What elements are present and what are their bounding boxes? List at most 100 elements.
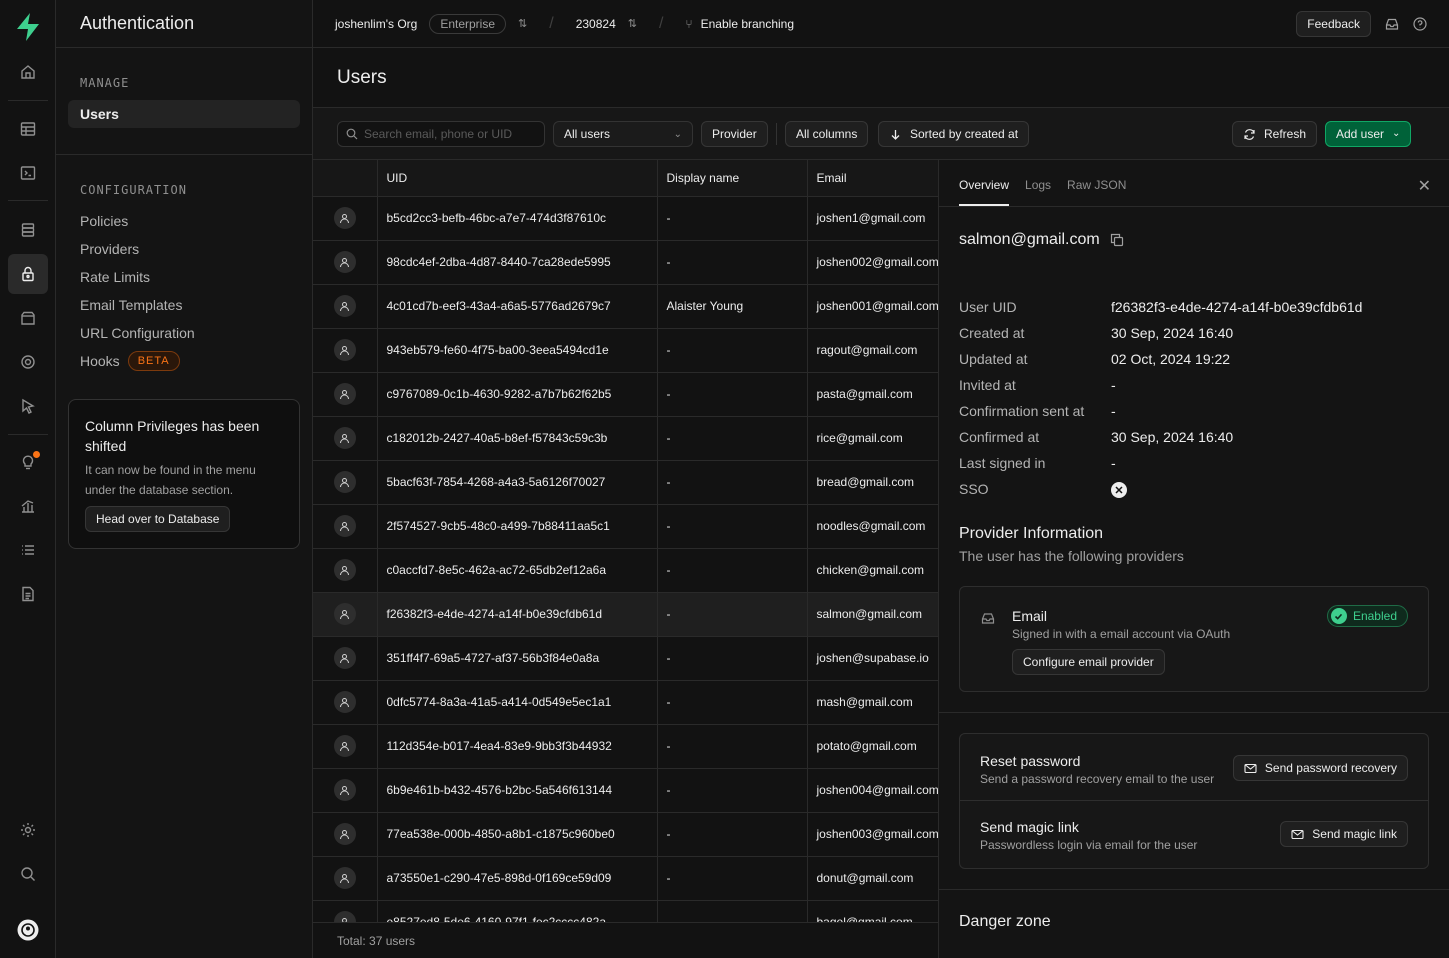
table-row[interactable]: 6b9e461b-b432-4576-b2bc-5a546f613144- jos… xyxy=(313,768,938,813)
configure-email-provider-button[interactable]: Configure email provider xyxy=(1012,649,1165,675)
table-row[interactable]: c182012b-2427-40a5-b8ef-f57843c59c3b - ric… xyxy=(313,416,938,461)
sidebar-item-policies[interactable]: Policies xyxy=(68,207,300,235)
sidebar-title: Authentication xyxy=(56,0,312,48)
table-row[interactable]: a73550e1-c290-47e5-898d-0f169ce59d09- don… xyxy=(313,856,938,901)
close-icon[interactable]: ✕ xyxy=(1418,176,1431,196)
user-email-heading: salmon@gmail.com xyxy=(959,231,1100,248)
table-row[interactable]: c9767089-0c1b-4630-9282-a7b7b62f62b5- pas… xyxy=(313,372,938,417)
table-row[interactable]: c0accfd7-8e5c-462a-ac72-65db2ef12a6a - chi… xyxy=(313,548,938,593)
table-row[interactable]: 2f574527-9cb5-48c0-a499-7b88411aa5c1- noo… xyxy=(313,504,938,549)
cell-uid: a73550e1-c290-47e5-898d-0f169ce59d09 xyxy=(377,856,658,901)
sidebar-item-hooks[interactable]: Hooks BETA xyxy=(68,347,300,375)
cell-uid: 5bacf63f-7854-4268-a4a3-5a6126f70027 xyxy=(377,460,658,505)
cell-display-name: - xyxy=(657,636,808,681)
table-row[interactable]: 98cdc4ef-2dba-4d87-8440-7ca28ede5995- jos… xyxy=(313,240,938,285)
table-editor-icon[interactable] xyxy=(8,109,48,149)
field-invited-at: Invited at - xyxy=(959,377,1116,393)
user-avatar-icon[interactable] xyxy=(8,910,48,950)
logs-list-icon[interactable] xyxy=(8,530,48,570)
api-docs-icon[interactable] xyxy=(8,574,48,614)
database-icon[interactable] xyxy=(8,210,48,250)
add-user-button[interactable]: Add user ⌄ xyxy=(1325,121,1412,147)
help-icon[interactable] xyxy=(1413,17,1427,31)
column-header-display-name[interactable]: Display name xyxy=(657,160,808,197)
realtime-icon[interactable] xyxy=(8,342,48,382)
org-name[interactable]: joshenlim's Org xyxy=(335,17,417,31)
beta-badge: BETA xyxy=(127,351,180,371)
search-box[interactable] xyxy=(337,121,545,147)
tab-overview[interactable]: Overview xyxy=(959,178,1010,206)
table-row[interactable]: 5bacf63f-7854-4268-a4a3-5a6126f70027- bre… xyxy=(313,460,938,505)
cell-uid: 98cdc4ef-2dba-4d87-8440-7ca28ede5995 xyxy=(377,240,658,285)
sql-editor-icon[interactable] xyxy=(8,153,48,193)
table-row[interactable]: 77ea538e-000b-4850-a8b1-c1875c960be0- jos… xyxy=(313,812,938,857)
settings-gear-icon[interactable] xyxy=(8,810,48,850)
table-row[interactable]: 4c01cd7b-eef3-43a4-a6a5-5776ad2679c7 Alai… xyxy=(313,284,938,329)
table-row[interactable]: e8527ed8-5de6-4160-97f1-fec2cccc482a - bag… xyxy=(313,900,938,922)
page-title: Users xyxy=(313,48,1449,108)
sidebar-item-rate-limits[interactable]: Rate Limits xyxy=(68,263,300,291)
cell-display-name: - xyxy=(657,856,808,901)
cell-email: donut@gmail.com xyxy=(807,856,938,901)
project-name[interactable]: 230824 xyxy=(576,17,616,31)
cell-email: rice@gmail.com xyxy=(807,416,938,461)
provider-filter-button[interactable]: Provider xyxy=(701,121,768,147)
danger-zone-title: Danger zone xyxy=(959,913,1051,930)
user-filter-select[interactable]: All users ⌄ xyxy=(553,121,693,147)
sidebar-item-label: Hooks xyxy=(80,353,120,369)
sort-button[interactable]: Sorted by created at xyxy=(878,121,1030,147)
cell-display-name: - xyxy=(657,548,808,593)
org-switcher-chevron-icon[interactable]: ⇅ xyxy=(518,17,527,30)
cell-email: ragout@gmail.com xyxy=(807,328,938,373)
send-password-recovery-button[interactable]: Send password recovery xyxy=(1232,755,1408,781)
refresh-icon xyxy=(1244,128,1255,140)
nav-rail xyxy=(0,0,56,958)
sidebar-item-users[interactable]: Users xyxy=(68,100,300,128)
tab-logs[interactable]: Logs xyxy=(1025,178,1051,206)
table-row[interactable]: f26382f3-e4de-4274-a14f-b0e39cfdb61d - sal… xyxy=(313,592,938,637)
sso-disabled-x-icon: ✕ xyxy=(1111,482,1127,498)
supabase-logo-icon[interactable] xyxy=(14,12,42,42)
column-header-uid[interactable]: UID xyxy=(377,160,658,197)
sidebar-item-url-configuration[interactable]: URL Configuration xyxy=(68,319,300,347)
copy-icon[interactable] xyxy=(1110,233,1124,247)
advisors-bulb-icon[interactable] xyxy=(8,442,48,482)
field-confirmation-sent-at: Confirmation sent at - xyxy=(959,403,1116,419)
search-input[interactable] xyxy=(364,127,534,141)
chevron-down-icon: ⌄ xyxy=(1392,128,1401,139)
sidebar-item-email-templates[interactable]: Email Templates xyxy=(68,291,300,319)
provider-info-subtitle: The user has the following providers xyxy=(959,548,1184,564)
cell-email: joshen@supabase.io xyxy=(807,636,938,681)
edge-functions-icon[interactable] xyxy=(8,386,48,426)
storage-icon[interactable] xyxy=(8,298,48,338)
refresh-button[interactable]: Refresh xyxy=(1232,121,1318,147)
account-actions-card: Reset password Send a password recovery … xyxy=(959,733,1429,869)
reports-icon[interactable] xyxy=(8,486,48,526)
arrow-down-icon xyxy=(891,129,900,140)
feedback-button[interactable]: Feedback xyxy=(1296,11,1371,37)
table-row[interactable]: 351ff4f7-69a5-4727-af37-56b3f84e0a8a - jos… xyxy=(313,636,938,681)
table-row[interactable]: 112d354e-b017-4ea4-83e9-9bb3f3b44932- pot… xyxy=(313,724,938,769)
table-row[interactable]: 0dfc5774-8a3a-41a5-a414-0d549e5ec1a1- mas… xyxy=(313,680,938,725)
cell-email: bread@gmail.com xyxy=(807,460,938,505)
home-icon[interactable] xyxy=(8,52,48,92)
cell-display-name: - xyxy=(657,328,808,373)
cell-email: chicken@gmail.com xyxy=(807,548,938,593)
table-row[interactable]: 943eb579-fe60-4f75-ba00-3eea5494cd1e - rag… xyxy=(313,328,938,373)
sidebar-item-providers[interactable]: Providers xyxy=(68,235,300,263)
user-filter-value: All users xyxy=(564,127,611,141)
notification-dot xyxy=(33,451,40,458)
head-to-database-button[interactable]: Head over to Database xyxy=(85,506,231,532)
search-icon[interactable] xyxy=(8,854,48,894)
user-avatar-icon xyxy=(333,735,356,757)
tab-raw-json[interactable]: Raw JSON xyxy=(1067,178,1126,206)
table-row[interactable]: b5cd2cc3-befb-46bc-a7e7-474d3f87610c - jos… xyxy=(313,196,938,241)
send-magic-link-button[interactable]: Send magic link xyxy=(1280,821,1408,847)
columns-button[interactable]: All columns xyxy=(785,121,869,147)
column-header-email[interactable]: Email xyxy=(807,160,938,197)
auth-lock-icon[interactable] xyxy=(8,254,48,294)
cell-uid: 0dfc5774-8a3a-41a5-a414-0d549e5ec1a1 xyxy=(377,680,658,725)
inbox-icon[interactable] xyxy=(1385,17,1399,31)
enable-branching-button[interactable]: Enable branching xyxy=(701,17,794,31)
project-switcher-chevron-icon[interactable]: ⇅ xyxy=(628,17,637,30)
